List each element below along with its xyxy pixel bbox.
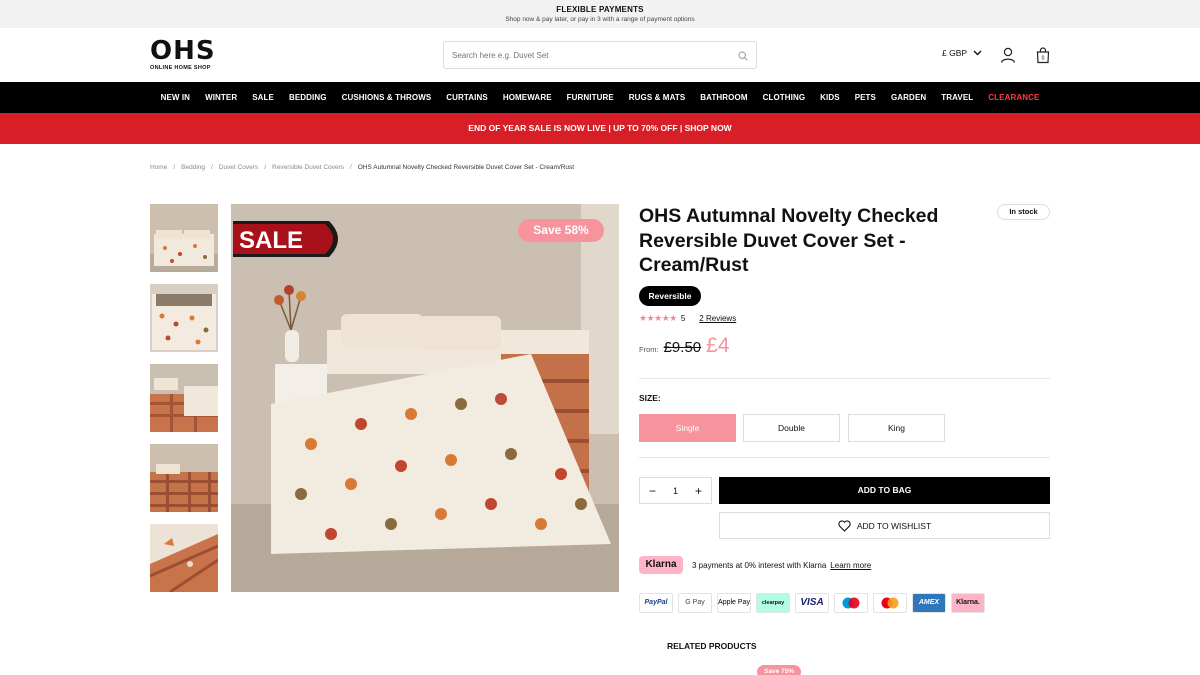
minus-icon[interactable]: −	[649, 485, 656, 497]
clearpay-icon: clearpay	[756, 593, 790, 613]
site-logo[interactable]: OHS ONLINE HOME SHOP	[150, 38, 222, 72]
price-old: £9.50	[663, 339, 702, 356]
breadcrumb-bedding[interactable]: Bedding	[181, 164, 205, 171]
breadcrumb-home[interactable]: Home	[150, 164, 167, 171]
chevron-down-icon	[973, 50, 982, 56]
nav-item-kids[interactable]: KIDS	[813, 93, 848, 102]
paypal-icon: PayPal	[639, 593, 673, 613]
search-box	[443, 41, 757, 69]
klarna-row: Klarna 3 payments at 0% interest with Kl…	[639, 556, 871, 574]
quantity-value[interactable]: 1	[673, 486, 678, 496]
breadcrumb-separator: /	[173, 164, 176, 171]
add-to-bag-button[interactable]: ADD TO BAG	[719, 477, 1050, 504]
logo-main: OHS	[150, 36, 216, 66]
nav-item-clearance[interactable]: CLEARANCE	[981, 93, 1047, 102]
sale-badge: SALE	[233, 221, 338, 257]
currency-selector[interactable]: £ GBP	[942, 48, 982, 58]
klarna-text: 3 payments at 0% interest with Klarna	[692, 560, 827, 570]
thumbnail-list	[150, 204, 218, 604]
breadcrumb-duvet-covers[interactable]: Duvet Covers	[219, 164, 258, 171]
breadcrumb: Home / Bedding / Duvet Covers / Reversible …	[150, 164, 574, 171]
size-king-button[interactable]: King	[848, 414, 945, 442]
search-icon[interactable]	[738, 51, 748, 61]
product-title: OHS Autumnal Novelty Checked Reversible …	[639, 205, 939, 276]
account-icon[interactable]	[999, 46, 1017, 64]
search-input[interactable]	[444, 42, 724, 68]
visa-icon: VISA	[795, 593, 829, 613]
divider	[639, 378, 1050, 379]
apple-pay-icon: Apple Pay	[717, 593, 751, 613]
thumbnail-1[interactable]	[150, 204, 218, 272]
currency-label: £ GBP	[942, 48, 968, 58]
save-badge: Save 58%	[518, 219, 604, 242]
size-double-button[interactable]: Double	[743, 414, 840, 442]
klarna-learn-more-link[interactable]: Learn more	[830, 561, 871, 570]
nav-item-furniture[interactable]: FURNITURE	[559, 93, 621, 102]
price-from-label: From:	[639, 345, 659, 354]
breadcrumb-current: OHS Autumnal Novelty Checked Reversible …	[357, 164, 575, 171]
nav-item-curtains[interactable]: CURTAINS	[439, 93, 496, 102]
klarna-pay-icon: Klarna.	[951, 593, 985, 613]
promo-title: FLEXIBLE PAYMENTS	[556, 5, 644, 14]
sale-banner[interactable]: END OF YEAR SALE IS NOW LIVE | UP TO 70%…	[0, 113, 1200, 144]
klarna-logo: Klarna	[639, 556, 683, 574]
site-header: OHS ONLINE HOME SHOP £ GBP 0	[0, 28, 1200, 82]
google-pay-icon: G Pay	[678, 593, 712, 613]
wishlist-label: ADD TO WISHLIST	[856, 520, 932, 531]
promo-subtitle: Shop now & pay later, or pay in 3 with a…	[505, 16, 695, 23]
nav-item-new-in[interactable]: NEW IN	[153, 93, 198, 102]
main-nav: NEW IN WINTER SALE BEDDING CUSHIONS & TH…	[0, 82, 1200, 113]
nav-item-rugs-mats[interactable]: RUGS & MATS	[621, 93, 693, 102]
divider	[639, 457, 1050, 458]
quantity-stepper: − 1 +	[639, 477, 712, 504]
nav-item-garden[interactable]: GARDEN	[883, 93, 933, 102]
heart-icon	[838, 519, 851, 532]
related-products-heading: RELATED PRODUCTS	[667, 641, 757, 651]
price-new: £4	[706, 334, 730, 357]
bag-icon[interactable]: 0	[1034, 46, 1052, 64]
rating-row: ★★★★★ 5 2 Reviews	[639, 313, 736, 324]
plus-icon[interactable]: +	[695, 485, 702, 497]
sale-badge-text: SALE	[239, 227, 303, 254]
thumbnail-4[interactable]	[150, 444, 218, 512]
size-single-button[interactable]: Single	[639, 414, 736, 442]
main-product-image[interactable]	[231, 204, 619, 592]
nav-item-travel[interactable]: TRAVEL	[934, 93, 981, 102]
rating-value: 5	[680, 314, 686, 323]
mastercard-icon	[873, 593, 907, 613]
bag-count: 0	[1042, 56, 1045, 62]
nav-item-clothing[interactable]: CLOTHING	[755, 93, 813, 102]
reviews-link[interactable]: 2 Reviews	[699, 314, 736, 323]
breadcrumb-separator: /	[264, 164, 267, 171]
payment-methods: PayPal G Pay Apple Pay clearpay VISA AME…	[639, 593, 985, 613]
nav-item-cushions-throws[interactable]: CUSHIONS & THROWS	[334, 93, 439, 102]
thumbnail-3[interactable]	[150, 364, 218, 432]
promo-bar: FLEXIBLE PAYMENTS Shop now & pay later, …	[0, 0, 1200, 28]
star-rating-icon: ★★★★★	[639, 313, 677, 323]
nav-item-homeware[interactable]: HOMEWARE	[495, 93, 559, 102]
breadcrumb-reversible[interactable]: Reversible Duvet Covers	[272, 164, 344, 171]
nav-item-winter[interactable]: WINTER	[198, 93, 245, 102]
stock-badge: In stock	[997, 204, 1050, 220]
nav-item-bedding[interactable]: BEDDING	[281, 93, 334, 102]
reversible-tag: Reversible	[639, 286, 701, 306]
add-to-wishlist-button[interactable]: ADD TO WISHLIST	[719, 512, 1050, 539]
related-save-badge: Save 75%	[757, 665, 801, 675]
nav-item-bathroom[interactable]: BATHROOM	[693, 93, 755, 102]
thumbnail-2[interactable]	[150, 284, 218, 352]
size-label: SIZE:	[639, 393, 661, 403]
amex-icon: AMEX	[912, 593, 946, 613]
price-block: From: £9.50 £4	[639, 334, 730, 358]
nav-item-pets[interactable]: PETS	[847, 93, 883, 102]
breadcrumb-separator: /	[211, 164, 213, 171]
nav-item-sale[interactable]: SALE	[245, 93, 282, 102]
thumbnail-5[interactable]	[150, 524, 218, 592]
breadcrumb-separator: /	[349, 164, 352, 171]
maestro-icon	[834, 593, 868, 613]
duvet-photo	[231, 204, 619, 592]
